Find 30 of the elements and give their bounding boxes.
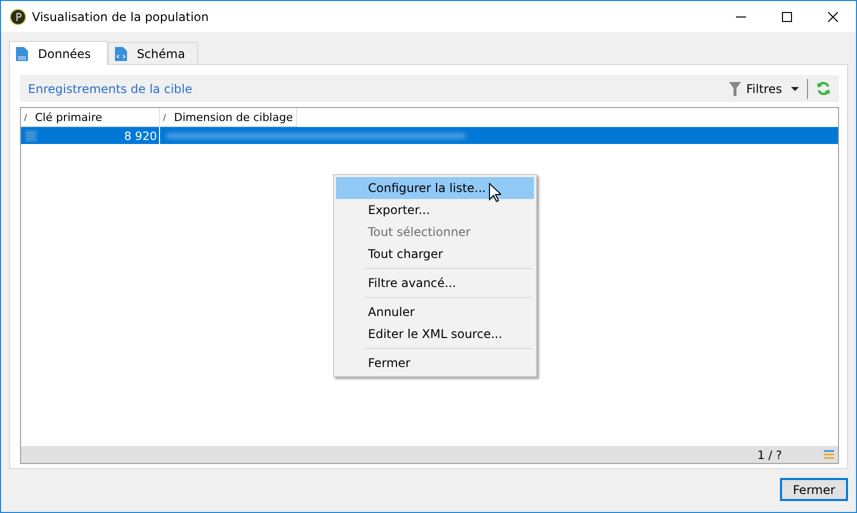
column-title: Clé primaire	[35, 110, 102, 124]
sql-file-icon	[16, 46, 28, 60]
code-file-icon	[114, 46, 127, 60]
filter-button[interactable]: Filtres	[727, 82, 801, 96]
menu-item[interactable]: Configurer la liste...	[336, 177, 534, 199]
list-settings-icon[interactable]	[824, 450, 834, 459]
maximize-icon[interactable]	[782, 12, 792, 22]
section-title: Enregistrements de la cible	[28, 82, 192, 96]
app-logo-icon	[10, 8, 26, 24]
menu-item[interactable]: Editer le XML source...	[336, 323, 534, 345]
caret-icon	[791, 86, 799, 90]
record-count: 1 / ?	[757, 448, 782, 462]
column-title: Dimension de ciblage	[174, 110, 293, 124]
funnel-icon	[729, 82, 742, 96]
close-icon[interactable]	[828, 12, 838, 22]
sort-icon	[163, 114, 166, 120]
menu-item[interactable]: Fermer	[336, 352, 534, 374]
record-icon	[25, 130, 37, 142]
table-cell: 8 920	[124, 128, 157, 142]
window-title: Visualisation de la population	[32, 10, 209, 24]
menu-item[interactable]: Exporter...	[336, 199, 534, 221]
close-button[interactable]: Fermer	[780, 478, 848, 501]
mouse-pointer-icon	[489, 183, 501, 202]
menu-item[interactable]: Filtre avancé...	[336, 272, 534, 294]
menu-item[interactable]: Tout charger	[336, 243, 534, 265]
table-row[interactable]: 8 920	[21, 127, 838, 144]
sort-icon	[24, 114, 27, 120]
tab[interactable]: Données	[9, 41, 108, 65]
tab[interactable]: Schéma	[108, 42, 198, 64]
menu-item[interactable]: Annuler	[336, 301, 534, 323]
